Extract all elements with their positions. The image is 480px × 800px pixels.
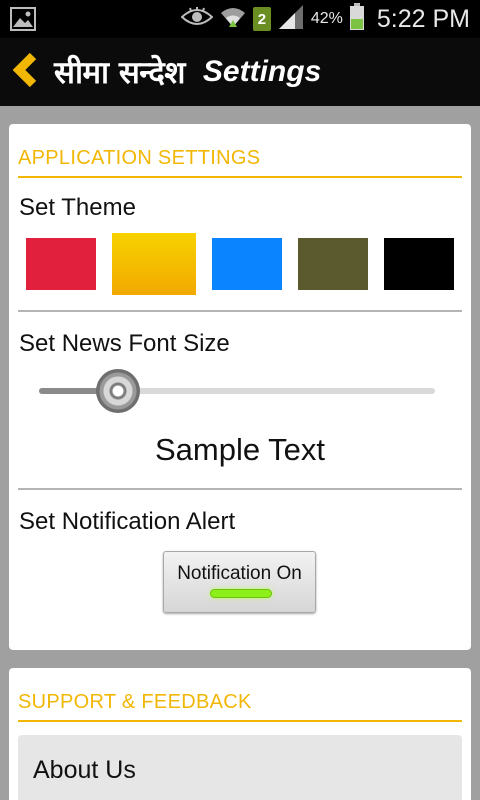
battery-percent: 42% (310, 10, 343, 27)
font-size-slider-thumb[interactable] (96, 369, 140, 413)
divider (18, 488, 462, 490)
eye-icon (180, 7, 214, 31)
theme-swatch-black[interactable] (384, 238, 454, 290)
about-us-label: About Us (33, 756, 136, 784)
battery-icon (349, 3, 365, 35)
divider (18, 310, 462, 312)
brand-logo: सीमा सन्देश (54, 55, 185, 91)
sample-text: Sample Text (154, 432, 325, 467)
theme-label: Set Theme (19, 194, 136, 221)
theme-swatch-blue[interactable] (212, 238, 282, 290)
app-bar: सीमा सन्देश Settings (0, 38, 480, 106)
notification-count-badge: 2 (252, 7, 271, 31)
notification-label: Set Notification Alert (19, 508, 236, 535)
gallery-icon (10, 7, 36, 35)
application-settings-header: APPLICATION SETTINGS (18, 147, 462, 178)
clock: 5:22 PM (376, 4, 470, 33)
application-settings-card: APPLICATION SETTINGS Set Theme Set News … (9, 124, 471, 650)
wifi-icon (219, 5, 247, 33)
theme-swatch-red[interactable] (26, 238, 96, 290)
support-feedback-card: SUPPORT & FEEDBACK About Us (9, 668, 471, 800)
notification-toggle-button[interactable]: Notification On (163, 551, 316, 613)
signal-icon (277, 5, 305, 33)
status-bar: 2 42% 5:22 PM (0, 0, 480, 38)
font-size-label: Set News Font Size (19, 330, 230, 357)
theme-swatch-olive[interactable] (298, 238, 368, 290)
support-feedback-header: SUPPORT & FEEDBACK (18, 691, 462, 722)
notification-on-indicator (210, 589, 272, 598)
theme-swatch-yellow[interactable] (112, 233, 196, 295)
back-button[interactable] (0, 38, 52, 106)
chevron-left-icon (9, 52, 43, 92)
notification-toggle-label: Notification On (177, 563, 302, 584)
about-us-item[interactable]: About Us (18, 735, 462, 800)
page-title: Settings (202, 55, 322, 88)
